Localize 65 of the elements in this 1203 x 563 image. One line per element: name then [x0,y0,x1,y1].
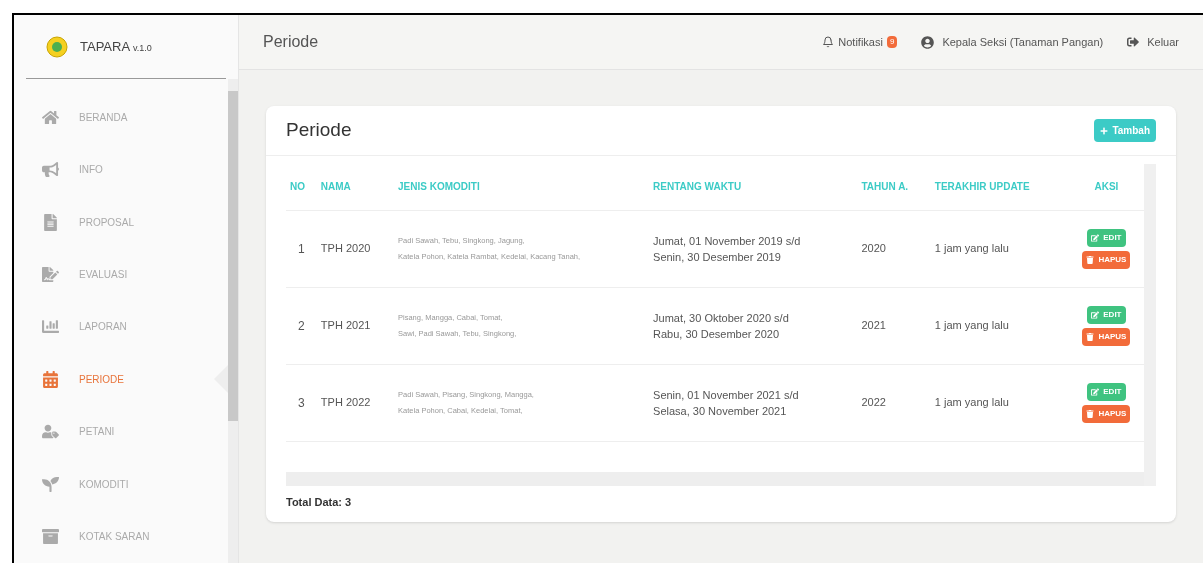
home-icon [42,108,59,126]
table-cell: 1 jam yang lalu [930,210,1069,287]
edit-button[interactable]: EDIT [1087,228,1126,247]
column-header: NO [286,164,317,210]
table-cell: 2021 [857,287,931,364]
page-title: Periode [263,32,319,52]
user-tag-icon [42,423,59,441]
table-cell: TPH 2021 [316,287,395,364]
plus-icon [1100,126,1109,135]
column-header: JENIS KOMODITI [394,164,650,210]
table-cell: 1 jam yang lalu [930,364,1069,441]
edit-icon [1091,387,1100,396]
column-header: NAMA [316,164,395,210]
edit-icon [1091,233,1100,242]
trash-icon [1086,332,1095,341]
edit-icon [1091,310,1100,319]
trash-icon [1086,255,1095,264]
table-cell: 3 [286,364,317,441]
table-cell: 2022 [857,364,931,441]
sidebar-item[interactable]: PETANI [14,405,228,459]
user-menu[interactable]: Kepala Seksi (Tanaman Pangan) [921,33,1104,51]
logout-icon [1127,36,1140,48]
user-icon [921,35,935,49]
table-cell: 1 [286,210,317,287]
edit-button[interactable]: EDIT [1087,382,1126,401]
sidebar-item[interactable]: INFO [14,143,228,196]
column-header: TAHUN A. [857,164,931,210]
delete-button[interactable]: HAPUS [1082,250,1131,269]
bell-icon [822,36,835,48]
archive-box-icon [42,528,59,546]
trash-icon [1086,409,1095,418]
column-header: AKSI [1068,164,1144,210]
table-cell: Senin, 01 November 2021 s/d Selasa, 30 November 2021 [649,364,858,441]
column-header: RENTANG WAKTU [649,164,858,210]
sprout-icon [42,475,59,493]
table-cell: 1 jam yang lalu [930,287,1069,364]
logout-link[interactable]: Keluar [1127,33,1179,51]
app-name: TAPARA v.1.0 [80,37,152,56]
sidebar-item[interactable]: BERANDA [14,91,228,144]
document-icon [42,213,59,231]
sidebar-item[interactable]: PROPOSAL [14,195,228,249]
table-cell: 2 [286,287,317,364]
edit-button[interactable]: EDIT [1087,305,1126,324]
table-cell: TPH 2020 [316,210,395,287]
delete-button[interactable]: HAPUS [1082,404,1131,423]
logo-icon [46,35,68,58]
sidebar-item[interactable]: KOTAK SARAN [14,510,228,563]
table-cell: Jumat, 30 Oktober 2020 s/d Rabu, 30 Desember 2020 [649,287,858,364]
add-button[interactable]: Tambah [1094,119,1156,142]
total-data: Total Data: 3 [285,494,353,510]
column-header: TERAKHIR UPDATE [930,164,1069,210]
calendar-icon [42,370,59,388]
notification-count: 9 [886,36,898,48]
document-pen-icon [42,266,59,284]
sidebar-item[interactable]: LAPORAN [14,300,228,354]
sidebar-item[interactable]: KOMODITI [14,458,228,511]
delete-button[interactable]: HAPUS [1082,327,1131,346]
megaphone-icon [42,161,59,179]
notification-link[interactable]: Notifikasi 9 [822,33,898,51]
card-title: Periode [286,118,352,143]
bar-chart-icon [42,318,59,336]
table-cell: Jumat, 01 November 2019 s/d Senin, 30 Desember 2019 [649,210,858,287]
table-cell: TPH 2022 [316,364,395,441]
table-cell: 2020 [857,210,931,287]
sidebar-item[interactable]: EVALUASI [14,248,228,301]
